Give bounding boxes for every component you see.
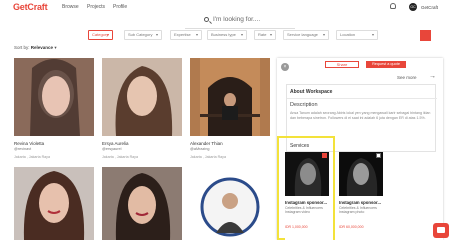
chevron-down-icon: ▾	[371, 32, 374, 37]
bell-icon[interactable]	[390, 3, 396, 9]
creator-card-image[interactable]	[190, 167, 270, 240]
filter-expertise[interactable]: Expertise ▾	[170, 30, 202, 40]
creator-location: Jakarta , Jakarta Raya	[14, 155, 50, 159]
service-price: IDR 1,000,000	[285, 225, 308, 229]
filter-service-language[interactable]: Service language ▾	[283, 30, 329, 40]
chevron-down-icon: ▾	[322, 32, 325, 37]
chevron-down-icon: ▾	[155, 32, 158, 37]
chevron-down-icon: ▾	[240, 32, 243, 37]
filter-business-type[interactable]: Business type ▾	[207, 30, 247, 40]
sort-control[interactable]: Sort by: Relevance ▾	[14, 45, 57, 51]
sort-value: Relevance	[30, 45, 54, 50]
description-title: Description	[290, 102, 318, 108]
filter-label: Service language	[287, 32, 318, 37]
chevron-down-icon: ▾	[195, 32, 198, 37]
filter-sub-category[interactable]: Sub Category ▾	[124, 30, 162, 40]
creator-card-image[interactable]	[190, 58, 270, 136]
search-bar[interactable]: I'm looking for....	[185, 15, 295, 29]
chevron-down-icon: ▾	[106, 32, 109, 37]
filter-bar: Category ▾ Sub Category ▾ Expertise ▾ Busin…	[0, 30, 451, 42]
sort-label: Sort by:	[14, 45, 30, 50]
close-icon[interactable]: ×	[281, 63, 289, 71]
chevron-down-icon: ▾	[269, 32, 272, 37]
request-quote-button[interactable]: Request a quote	[366, 61, 406, 68]
creator-card-image[interactable]	[102, 58, 182, 136]
service-photo	[285, 152, 329, 196]
share-button[interactable]: Share	[325, 61, 359, 68]
arrow-right-icon[interactable]: →	[429, 73, 436, 80]
service-checkbox[interactable]	[376, 153, 381, 158]
creator-handle: @revinavt	[14, 147, 32, 151]
chat-icon[interactable]	[433, 223, 449, 238]
filter-category[interactable]: Category ▾	[88, 30, 113, 40]
see-more-link[interactable]: See more	[397, 75, 417, 80]
service-price: IDR 60,000,000	[339, 225, 364, 229]
service-card[interactable]: Instagram sponsor... Celebrities & Influ…	[285, 152, 333, 240]
filter-label: Business type	[211, 32, 236, 37]
filter-label: Location	[340, 32, 356, 37]
creator-handle: @aMrazing	[190, 147, 210, 151]
services-title: Services	[290, 143, 310, 149]
filter-location[interactable]: Location ▾	[336, 30, 378, 40]
service-title: Instagram sponsor...	[285, 200, 328, 205]
creator-photo	[102, 167, 182, 240]
nav-profile[interactable]: Profile	[113, 4, 127, 10]
service-photo	[339, 152, 383, 196]
service-type: Instagram photo	[339, 210, 365, 214]
creator-card-image[interactable]	[14, 167, 94, 240]
filter-label: Expertise	[174, 32, 191, 37]
creator-card-image[interactable]	[14, 58, 94, 136]
filter-toggle-button[interactable]	[420, 30, 431, 41]
search-input[interactable]: I'm looking for....	[213, 16, 260, 23]
creator-name[interactable]: Revina Violetta	[14, 141, 44, 146]
divider	[287, 98, 437, 99]
creator-photo	[102, 58, 182, 136]
creator-photo	[14, 58, 94, 136]
creator-photo	[190, 58, 270, 136]
creator-photo	[190, 167, 270, 240]
service-checkbox-checked[interactable]	[322, 153, 327, 158]
service-card[interactable]: Instagram sponsor... Celebrities & Influ…	[339, 152, 387, 240]
search-icon	[204, 17, 209, 22]
section-title: About Workspace	[290, 89, 333, 95]
creator-card-image[interactable]	[102, 167, 182, 240]
workspace-detail-panel: × Share Request a quote See more → About…	[277, 58, 443, 240]
getcraft-logo[interactable]: GetCraft	[13, 2, 48, 12]
filter-label: Sub Category	[128, 32, 153, 37]
filter-label: Category	[92, 32, 109, 37]
avatar[interactable]: GC	[409, 3, 417, 11]
creator-name[interactable]: Alexander Thian	[190, 141, 223, 146]
filter-rate[interactable]: Rate ▾	[254, 30, 276, 40]
creator-handle: @ersyaurel	[102, 147, 122, 151]
creator-photo	[14, 167, 94, 240]
user-name[interactable]: GetCraft	[421, 5, 438, 10]
chevron-down-icon: ▾	[54, 45, 57, 50]
creator-location: Jakarta , Jakarta Raya	[190, 155, 226, 159]
nav-projects[interactable]: Projects	[87, 4, 105, 10]
creator-name[interactable]: Ersya Aurelia	[102, 141, 129, 146]
service-title: Instagram sponsor...	[339, 200, 382, 205]
nav-browse[interactable]: Browse	[62, 4, 79, 10]
service-type: Instagram video	[285, 210, 310, 214]
description-text: Ansa Tanum adalah seorang Aktris lokal y…	[290, 111, 431, 120]
filter-label: Rate	[258, 32, 267, 37]
top-bar: GetCraft Browse Projects Profile GC GetC…	[0, 0, 451, 13]
creator-location: Jakarta , Jakarta Raya	[102, 155, 138, 159]
